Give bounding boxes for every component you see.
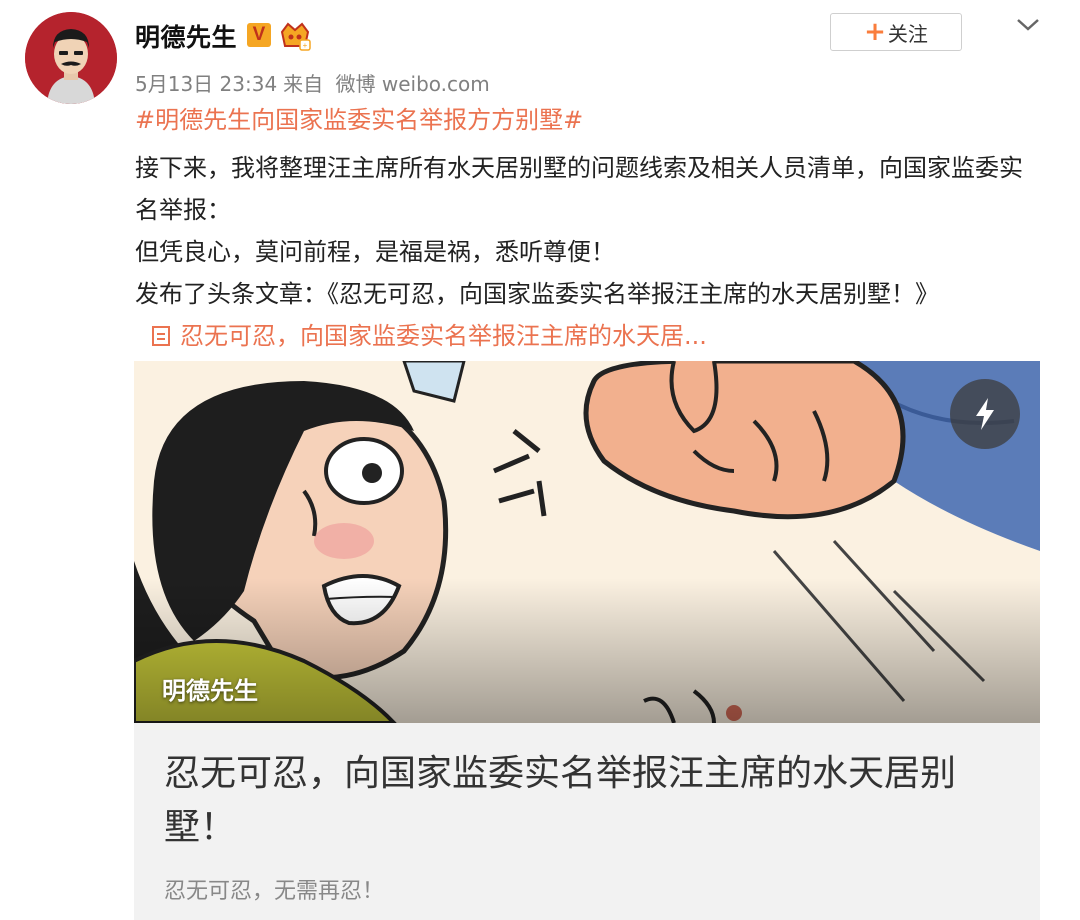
article-link-text: 忍无可忍，向国家监委实名举报汪主席的水天居... — [180, 322, 707, 350]
post-meta: 5月13日 23:34 来自 微博 weibo.com — [135, 68, 496, 97]
hashtag-link[interactable]: #明德先生向国家监委实名举报方方别墅# — [135, 103, 1045, 137]
article-icon — [152, 326, 170, 346]
cover-author-label: 明德先生 — [162, 677, 258, 705]
follow-label: 关注 — [887, 21, 928, 46]
lightning-icon[interactable] — [950, 379, 1020, 449]
verified-badge-icon: V — [247, 23, 271, 47]
plus-icon: + — [864, 17, 886, 47]
post-paragraph: 但凭良心，莫问前程，是福是祸，悉听尊便！ — [135, 238, 615, 266]
username[interactable]: 明德先生 — [135, 18, 237, 54]
chevron-down-icon[interactable] — [1014, 14, 1042, 34]
crown-member-icon[interactable]: + — [278, 20, 312, 52]
post-time[interactable]: 5月13日 23:34 — [135, 72, 277, 96]
source-prefix: 来自 — [283, 72, 324, 96]
article-card[interactable]: 明德先生 忍无可忍，向国家监委实名举报汪主席的水天居别墅！ 忍无可忍，无需再忍！ — [134, 361, 1040, 920]
article-title[interactable]: 忍无可忍，向国家监委实名举报汪主席的水天居别墅！ — [164, 747, 1008, 855]
post-source[interactable]: 微博 weibo.com — [336, 72, 490, 96]
post-text: #明德先生向国家监委实名举报方方别墅# 接下来，我将整理汪主席所有水天居别墅的问… — [135, 103, 1045, 315]
article-card-body: 忍无可忍，向国家监委实名举报汪主席的水天居别墅！ 忍无可忍，无需再忍！ — [134, 723, 1040, 920]
svg-text:+: + — [303, 41, 308, 50]
follow-button[interactable]: + 关注 — [830, 13, 962, 51]
article-summary: 忍无可忍，无需再忍！ — [164, 879, 385, 904]
post-paragraph: 接下来，我将整理汪主席所有水天居别墅的问题线索及相关人员清单，向国家监委实名举报… — [135, 154, 1023, 224]
avatar[interactable] — [25, 12, 117, 104]
article-cover-image[interactable]: 明德先生 — [134, 361, 1040, 723]
article-link[interactable]: 忍无可忍，向国家监委实名举报汪主席的水天居... — [152, 316, 707, 351]
post-paragraph: 发布了头条文章：《忍无可忍，向国家监委实名举报汪主席的水天居别墅！》 — [135, 280, 939, 308]
